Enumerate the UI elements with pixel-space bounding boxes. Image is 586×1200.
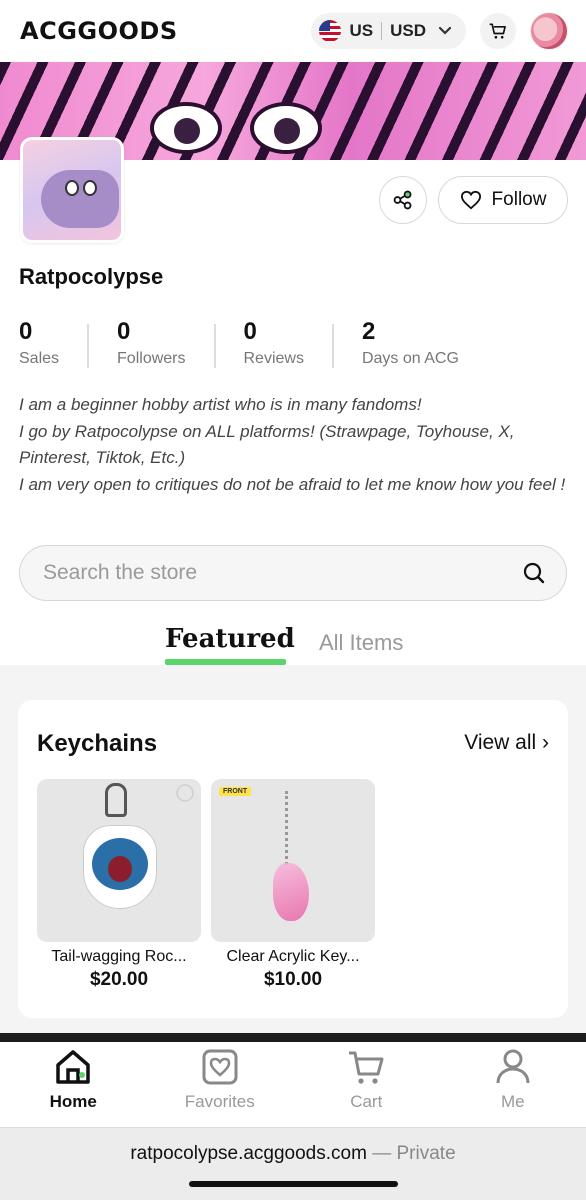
cart-icon bbox=[349, 1051, 384, 1084]
header-actions: US USD bbox=[311, 12, 568, 50]
stat-divider bbox=[331, 324, 334, 368]
follow-button[interactable]: Follow bbox=[438, 176, 568, 224]
bio-line: I am very open to critiques do not be af… bbox=[19, 474, 566, 494]
chevron-down-icon bbox=[438, 24, 452, 39]
stat-label: Days on ACG bbox=[361, 350, 459, 367]
stat-divider bbox=[87, 324, 90, 368]
store-search-input[interactable] bbox=[43, 561, 522, 585]
nav-me[interactable]: Me bbox=[440, 1042, 586, 1127]
favorites-icon bbox=[202, 1049, 238, 1085]
home-icon bbox=[56, 1050, 90, 1084]
region-label: US bbox=[349, 21, 374, 40]
us-flag-icon bbox=[319, 20, 342, 42]
store-stats: 0 Sales 0 Followers 0 Reviews 2 Days on … bbox=[19, 318, 567, 372]
stat-value: 0 bbox=[117, 318, 131, 345]
keychain-charm bbox=[273, 863, 309, 921]
bio-line: I am a beginner hobby artist who is in m… bbox=[19, 395, 422, 414]
divider bbox=[381, 22, 383, 40]
banner-art-eye bbox=[250, 102, 322, 154]
product-name: Clear Acrylic Key... bbox=[226, 948, 360, 965]
search-icon[interactable] bbox=[522, 561, 546, 585]
stat-sales: 0 Sales bbox=[19, 318, 59, 372]
avatar[interactable] bbox=[530, 12, 568, 50]
stat-label: Sales bbox=[19, 350, 60, 367]
banner-art-eye bbox=[150, 102, 222, 154]
keychain-charm bbox=[83, 825, 157, 909]
keychain-chain bbox=[285, 791, 297, 865]
nav-cart[interactable]: Cart bbox=[293, 1042, 440, 1127]
stat-followers: 0 Followers bbox=[117, 318, 185, 372]
watermark-icon bbox=[176, 784, 194, 802]
stat-days-on-acg: 2 Days on ACG bbox=[362, 318, 459, 372]
stat-label: Followers bbox=[117, 350, 186, 367]
section-title: Keychains bbox=[37, 730, 158, 757]
tab-all-items[interactable]: All Items bbox=[319, 630, 403, 656]
store-bio: I am a beginner hobby artist who is in m… bbox=[19, 392, 569, 498]
nav-label: Cart bbox=[350, 1092, 383, 1111]
nav-label: Home bbox=[49, 1092, 97, 1111]
stat-reviews: 0 Reviews bbox=[244, 318, 304, 372]
tab-featured[interactable]: Featured bbox=[165, 624, 295, 654]
product-image[interactable]: FRONT bbox=[211, 779, 375, 942]
share-icon bbox=[393, 190, 412, 210]
heart-icon bbox=[460, 190, 481, 210]
nav-favorites[interactable]: Favorites bbox=[147, 1042, 294, 1127]
stat-value: 2 bbox=[361, 318, 376, 345]
nav-label: Me bbox=[500, 1092, 525, 1111]
store-name: Ratpocolypse bbox=[19, 264, 164, 289]
cart-icon bbox=[489, 23, 506, 39]
avatar-art bbox=[41, 170, 119, 228]
private-label: — Private bbox=[372, 1143, 456, 1164]
follow-label: Follow bbox=[491, 189, 547, 210]
store-avatar bbox=[20, 137, 124, 243]
view-all-link[interactable]: View all › bbox=[464, 731, 549, 755]
stat-value: 0 bbox=[243, 318, 257, 345]
product-price: $20.00 bbox=[89, 969, 149, 990]
region-currency-selector[interactable]: US USD bbox=[311, 13, 466, 49]
stat-label: Reviews bbox=[243, 350, 304, 367]
keychains-section: Keychains View all › Tail-wagging Roc...… bbox=[18, 700, 568, 1018]
product-card[interactable]: Tail-wagging Roc... $20.00 bbox=[37, 779, 201, 991]
home-indicator[interactable] bbox=[189, 1181, 398, 1187]
browser-url-bar[interactable]: ratpocolypse.acggoods.com — Private bbox=[0, 1127, 586, 1200]
url-text: ratpocolypse.acggoods.com bbox=[130, 1143, 367, 1164]
store-search-bar bbox=[19, 545, 567, 601]
product-name: Tail-wagging Roc... bbox=[51, 948, 187, 965]
divider-strip bbox=[0, 1033, 586, 1042]
nav-home[interactable]: Home bbox=[0, 1042, 147, 1127]
avatar-art-eye bbox=[65, 180, 79, 196]
keychain-clasp bbox=[105, 783, 127, 817]
product-price: $10.00 bbox=[263, 969, 323, 990]
stat-value: 0 bbox=[19, 318, 33, 345]
product-card[interactable]: FRONT Clear Acrylic Key... $10.00 bbox=[211, 779, 375, 991]
nav-label: Favorites bbox=[184, 1092, 255, 1111]
stat-divider bbox=[213, 324, 216, 368]
site-logo[interactable]: ACGGOODS bbox=[20, 17, 178, 45]
url-display[interactable]: ratpocolypse.acggoods.com — Private bbox=[0, 1143, 586, 1165]
top-header: ACGGOODS US USD bbox=[0, 0, 586, 62]
currency-label: USD bbox=[390, 21, 426, 40]
bottom-navigation: Home Favorites Cart Me bbox=[0, 1042, 586, 1127]
front-tag: FRONT bbox=[219, 787, 252, 796]
bio-line: I go by Ratpocolypse on ALL platforms! (… bbox=[19, 421, 515, 468]
product-image[interactable] bbox=[37, 779, 201, 942]
share-button[interactable] bbox=[379, 176, 427, 224]
avatar-art-eye bbox=[83, 180, 97, 196]
user-icon bbox=[496, 1049, 530, 1084]
header-cart-button[interactable] bbox=[480, 13, 516, 49]
